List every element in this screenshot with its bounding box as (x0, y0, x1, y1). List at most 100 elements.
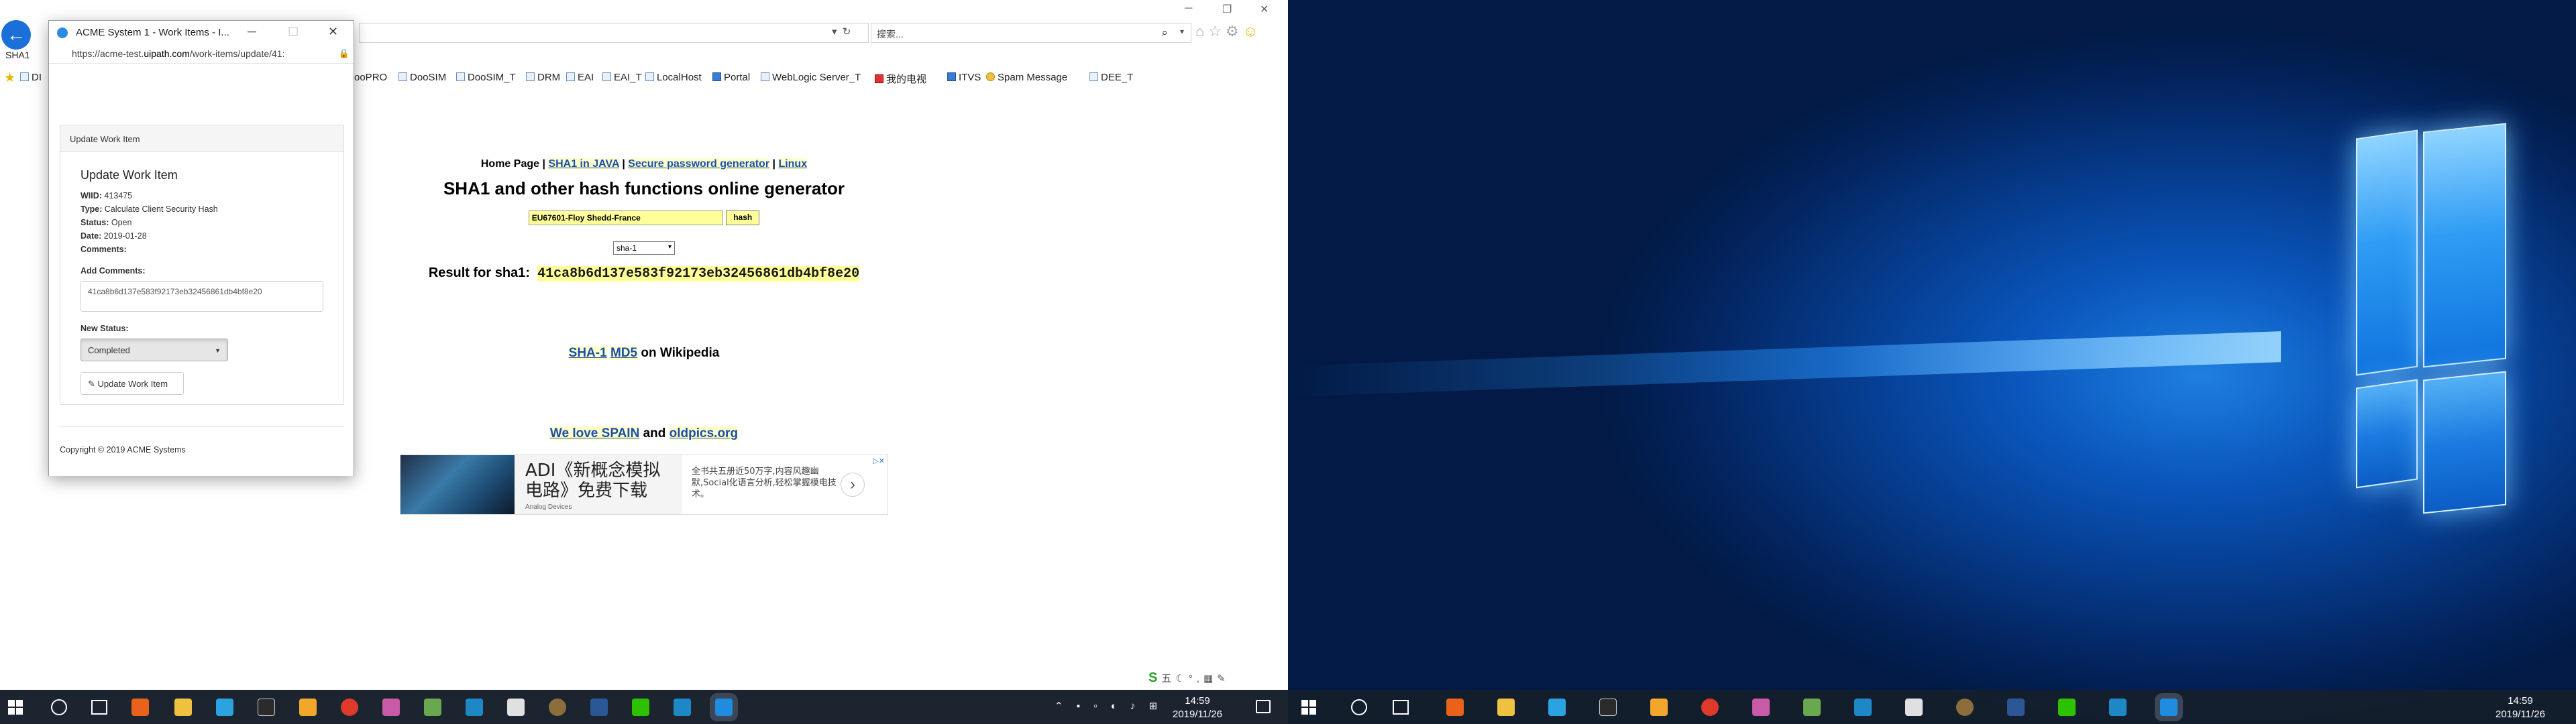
ime-icon[interactable]: S (1148, 670, 1161, 685)
search-icon[interactable]: ⌕ (1161, 26, 1168, 40)
minimize-icon[interactable]: ─ (248, 25, 256, 39)
uipath-robot-icon[interactable] (2109, 699, 2127, 716)
uipath-robot-icon[interactable] (674, 699, 691, 716)
popup-url-bar[interactable]: https://acme-test.uipath.com/work-items/… (49, 45, 354, 64)
uipath-icon[interactable] (466, 699, 483, 716)
chevron-right-icon[interactable]: › (841, 473, 865, 497)
skype-icon[interactable] (216, 699, 233, 716)
address-bar[interactable] (359, 23, 869, 43)
notification-icon[interactable] (1256, 700, 1271, 713)
word-icon[interactable] (590, 699, 608, 716)
punctuation-icon[interactable]: °, (1189, 673, 1203, 684)
uipath-icon[interactable] (1854, 699, 1872, 716)
task-view-icon[interactable] (1393, 700, 1409, 715)
internet-explorer-icon[interactable] (715, 699, 733, 716)
popup-window-title: ACME System 1 - Work Items - I... (76, 27, 229, 38)
settings-app-icon[interactable] (549, 699, 566, 716)
ie-icon (57, 27, 68, 38)
advertisement[interactable]: ADI《新概念模拟 电路》免费下载 Analog Devices 全书共五册近50… (400, 455, 888, 515)
file-explorer-icon[interactable] (174, 699, 192, 716)
oldpics-link[interactable]: oldpics.org (669, 426, 739, 440)
close-icon[interactable]: ✕ (328, 25, 338, 39)
cortana-icon[interactable] (1351, 699, 1367, 715)
monitor-left: ─ ❐ ✕ ← ▾ ↻ 搜索... ⌕ ▾ ⌂☆⚙☺ SHA1 ★ DI ooP… (0, 0, 1288, 724)
nav-linux-link[interactable]: Linux (778, 158, 808, 170)
favorites-star-icon[interactable]: ★ (4, 70, 15, 86)
md5-wiki-link[interactable]: MD5 (610, 346, 638, 360)
terminal-icon[interactable] (258, 699, 275, 716)
system-tray[interactable]: ⌃ ▪ ▫ ◐ ♪ ⊞ (1055, 700, 1163, 712)
chrome-icon[interactable] (1701, 699, 1719, 716)
notepad-icon[interactable] (1803, 699, 1821, 716)
clock[interactable]: 14:59 2019/11/26 (2496, 695, 2545, 721)
ad-image (400, 455, 515, 514)
nav-sha1-java-link[interactable]: SHA1 in JAVA (548, 158, 619, 170)
toolbar-icons: ⌂☆⚙☺ (1195, 23, 1262, 40)
tab-sha1[interactable]: SHA1 (0, 46, 36, 64)
fav-item[interactable]: Portal (712, 72, 750, 83)
firefox-icon[interactable] (131, 699, 149, 716)
new-status-select[interactable]: Completed ▼ (80, 339, 228, 361)
firefox-icon[interactable] (1446, 699, 1464, 716)
wechat-icon[interactable] (632, 699, 649, 716)
update-work-item-button[interactable]: ✎ Update Work Item (80, 372, 184, 395)
chrome-icon[interactable] (341, 699, 358, 716)
file-explorer-icon[interactable] (1497, 699, 1515, 716)
media-icon[interactable] (382, 699, 400, 716)
fav-item[interactable]: DI (20, 72, 42, 83)
app-icon[interactable] (1905, 699, 1923, 716)
sha1-wiki-link[interactable]: SHA-1 (568, 346, 607, 360)
app-icon[interactable] (507, 699, 525, 716)
media-icon[interactable] (1752, 699, 1770, 716)
spain-link[interactable]: We love SPAIN (549, 426, 640, 440)
skype-icon[interactable] (1548, 699, 1566, 716)
fav-item[interactable]: LocalHost (645, 72, 702, 83)
hash-input[interactable] (528, 210, 723, 225)
internet-explorer-icon[interactable] (2160, 699, 2178, 716)
nav-secure-password-link[interactable]: Secure password generator (628, 158, 770, 170)
maximize-icon[interactable]: ❐ (1222, 3, 1232, 16)
fav-item[interactable]: EAI (566, 72, 594, 83)
windows-start-icon[interactable] (8, 700, 23, 715)
refresh-icon[interactable]: ▾ ↻ (832, 25, 851, 38)
task-view-icon[interactable] (91, 700, 107, 715)
home-icon[interactable]: ⌂ (1195, 23, 1208, 40)
gear-icon[interactable]: ⚙ (1226, 23, 1243, 40)
windows-start-icon[interactable] (1301, 700, 1316, 715)
star-icon[interactable]: ☆ (1208, 23, 1226, 40)
chevron-down-icon[interactable]: ▾ (1180, 27, 1184, 36)
add-comments-input[interactable]: 41ca8b6d137e583f92173eb32456861db4bf8e20 (80, 281, 323, 312)
minimize-icon[interactable]: ─ (1185, 3, 1192, 15)
fav-item[interactable]: DRM (526, 72, 560, 83)
update-panel: Update Work Item Update Work Item WIID: … (60, 125, 344, 405)
cortana-icon[interactable] (51, 699, 67, 715)
ime-mode-icon[interactable]: 五 (1161, 673, 1175, 684)
keyboard-icon[interactable]: ▦ (1203, 673, 1217, 684)
moon-icon[interactable]: ☾ (1175, 673, 1188, 684)
fav-item[interactable]: DooSIM_T (456, 72, 516, 83)
folder-icon[interactable] (299, 699, 317, 716)
fav-item[interactable]: ITVS (947, 72, 981, 83)
tools-icon[interactable]: ✎ (1217, 673, 1230, 684)
maximize-icon[interactable]: ☐ (288, 25, 299, 39)
terminal-icon[interactable] (1599, 699, 1617, 716)
notepad-icon[interactable] (424, 699, 441, 716)
ad-close-icon[interactable]: ▷✕ (873, 457, 885, 465)
fav-item[interactable]: 我的电视 (875, 72, 926, 86)
search-input[interactable]: 搜索... ⌕ ▾ (871, 23, 1191, 43)
close-icon[interactable]: ✕ (1260, 3, 1269, 16)
fav-item[interactable]: DEE_T (1089, 72, 1133, 83)
hash-button[interactable]: hash (726, 210, 760, 225)
settings-app-icon[interactable] (1956, 699, 1974, 716)
fav-item[interactable]: ooPRO (354, 72, 387, 83)
word-icon[interactable] (2007, 699, 2025, 716)
folder-icon[interactable] (1650, 699, 1668, 716)
wechat-icon[interactable] (2058, 699, 2076, 716)
fav-item[interactable]: DooSIM (398, 72, 446, 83)
fav-item[interactable]: WebLogic Server_T (761, 72, 861, 83)
popup-body: Update Work Item Update Work Item WIID: … (49, 64, 354, 476)
fav-item[interactable]: EAI_T (602, 72, 642, 83)
smiley-icon[interactable]: ☺ (1243, 23, 1262, 40)
fav-item[interactable]: Spam Message (986, 72, 1067, 83)
clock[interactable]: 14:59 2019/11/26 (1173, 695, 1222, 721)
